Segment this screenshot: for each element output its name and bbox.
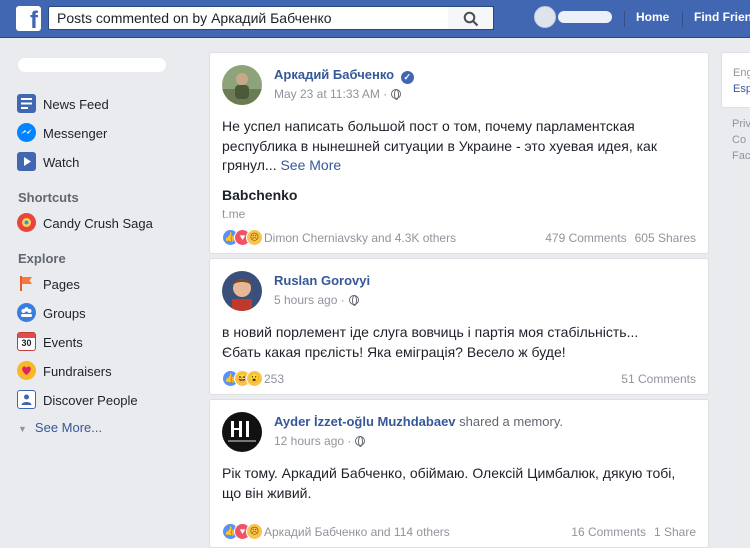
candy-crush-icon	[17, 213, 36, 232]
sidebar-item-fundraisers[interactable]: Fundraisers	[17, 360, 197, 382]
explore-heading: Explore	[18, 251, 66, 266]
globe-icon	[391, 89, 402, 100]
footer-link[interactable]: Co	[732, 134, 746, 146]
divider	[682, 11, 683, 27]
wow-reaction-icon: 😮	[246, 370, 263, 387]
profile-name-redacted[interactable]	[18, 58, 166, 72]
groups-icon	[17, 303, 36, 322]
see-more-link[interactable]: See More	[280, 157, 341, 173]
post-text: Рік тому. Аркадий Бабченко, обіймаю. Оле…	[222, 465, 676, 501]
left-sidebar: News Feed Messenger Watch Shortcuts Cand…	[0, 38, 205, 548]
timestamp-text[interactable]: 5 hours ago ·	[274, 293, 345, 307]
user-name-redacted[interactable]	[558, 11, 612, 23]
search-icon	[463, 11, 479, 27]
footer-link[interactable]: Priv	[732, 118, 750, 130]
sidebar-item-news-feed[interactable]: News Feed	[17, 93, 197, 115]
reaction-count[interactable]: Аркадий Бабченко and 114 others	[264, 525, 450, 539]
messenger-icon	[17, 123, 36, 142]
user-avatar[interactable]	[534, 6, 556, 28]
post-timestamp[interactable]: May 23 at 11:33 AM ·	[274, 87, 402, 101]
link-preview-domain: t.me	[222, 207, 246, 221]
sidebar-item-label: Groups	[43, 306, 86, 321]
sidebar-item-label: Candy Crush Saga	[43, 216, 153, 231]
post-timestamp[interactable]: 12 hours ago ·	[274, 434, 366, 448]
pages-flag-icon	[17, 274, 36, 293]
sidebar-item-label: Events	[43, 335, 83, 350]
comments-count[interactable]: 51 Comments	[621, 372, 696, 386]
search-query-text: Posts commented on by Аркадий Бабченко	[57, 10, 332, 26]
language-option[interactable]: Eng	[733, 67, 750, 79]
post-author: Ayder İzzet-oğlu Muzhdabaev shared a mem…	[274, 414, 563, 429]
author-avatar[interactable]	[222, 271, 262, 311]
post-author[interactable]: Ruslan Gorovyi	[274, 273, 370, 288]
reaction-count[interactable]: 253	[264, 372, 284, 386]
timestamp-text[interactable]: 12 hours ago ·	[274, 434, 351, 448]
sidebar-item-label: Pages	[43, 277, 80, 292]
author-name[interactable]: Ayder İzzet-oğlu Muzhdabaev	[274, 414, 456, 429]
post-card: Аркадий Бабченко ✓ May 23 at 11:33 AM · …	[209, 52, 709, 254]
see-more-link[interactable]: ▼ See More...	[18, 420, 102, 435]
language-option[interactable]: Esp	[733, 83, 750, 95]
sad-reaction-icon: ☹	[246, 523, 263, 540]
shortcuts-heading: Shortcuts	[18, 190, 79, 205]
calendar-icon: 30	[17, 332, 36, 351]
post-card: Ruslan Gorovyi 5 hours ago · в новий пор…	[209, 258, 709, 395]
reaction-count[interactable]: Dimon Cherniavsky and 4.3K others	[264, 231, 456, 245]
watch-icon	[17, 152, 36, 171]
post-timestamp[interactable]: 5 hours ago ·	[274, 293, 359, 307]
post-stats: 479 Comments 605 Shares	[545, 231, 696, 245]
chevron-down-icon: ▼	[18, 424, 27, 434]
sidebar-item-candy-crush[interactable]: Candy Crush Saga	[17, 212, 197, 234]
comments-count[interactable]: 16 Comments	[571, 525, 646, 539]
post-text: Не успел написать большой пост о том, по…	[222, 117, 682, 176]
home-link[interactable]: Home	[636, 10, 669, 24]
globe-icon	[348, 295, 359, 306]
sidebar-item-pages[interactable]: Pages	[17, 273, 197, 295]
post-text: в новий порлемент іде слуга вовчиць і па…	[222, 324, 639, 360]
search-button[interactable]	[448, 6, 494, 30]
post-stats: 51 Comments	[621, 372, 696, 386]
author-avatar[interactable]	[222, 412, 262, 452]
post-card: Ayder İzzet-oğlu Muzhdabaev shared a mem…	[209, 399, 709, 548]
sidebar-item-label: Discover People	[43, 393, 138, 408]
see-more-label: See More...	[34, 420, 103, 435]
sidebar-item-label: News Feed	[43, 97, 109, 112]
comments-count[interactable]: 479 Comments	[545, 231, 626, 245]
sidebar-item-watch[interactable]: Watch	[17, 151, 197, 173]
sidebar-item-groups[interactable]: Groups	[17, 302, 197, 324]
sidebar-item-label: Watch	[43, 155, 80, 170]
globe-icon	[355, 436, 366, 447]
sidebar-item-messenger[interactable]: Messenger	[17, 122, 197, 144]
language-box: Eng Esp	[721, 52, 750, 108]
sidebar-item-discover-people[interactable]: Discover People	[17, 389, 197, 411]
divider	[624, 11, 625, 27]
timestamp-text[interactable]: May 23 at 11:33 AM ·	[274, 87, 387, 101]
post-author[interactable]: Аркадий Бабченко ✓	[274, 67, 414, 84]
sidebar-item-label: Fundraisers	[43, 364, 112, 379]
news-feed: Аркадий Бабченко ✓ May 23 at 11:33 AM · …	[209, 52, 709, 548]
footer-link[interactable]: Fac	[732, 150, 750, 162]
author-name[interactable]: Аркадий Бабченко	[274, 67, 394, 82]
shares-count[interactable]: 605 Shares	[635, 231, 696, 245]
news-feed-icon	[17, 94, 36, 113]
shared-memory-text: shared a memory.	[459, 414, 563, 429]
verified-badge-icon: ✓	[400, 71, 414, 84]
sidebar-item-label: Messenger	[43, 126, 108, 141]
shares-count[interactable]: 1 Share	[654, 525, 696, 539]
author-avatar[interactable]	[222, 65, 262, 105]
fundraiser-heart-icon	[17, 361, 36, 380]
search-input[interactable]: Posts commented on by Аркадий Бабченко	[48, 6, 494, 30]
post-stats: 16 Comments 1 Share	[571, 525, 696, 539]
facebook-logo-icon[interactable]: f	[16, 6, 41, 33]
find-friends-link[interactable]: Find Friends	[694, 10, 750, 24]
link-preview-title[interactable]: Babchenko	[222, 187, 297, 203]
sidebar-item-events[interactable]: 30 Events	[17, 331, 197, 353]
sad-reaction-icon: ☹	[246, 229, 263, 246]
top-navigation-bar: f Posts commented on by Аркадий Бабченко…	[0, 0, 750, 38]
discover-people-icon	[17, 390, 36, 409]
